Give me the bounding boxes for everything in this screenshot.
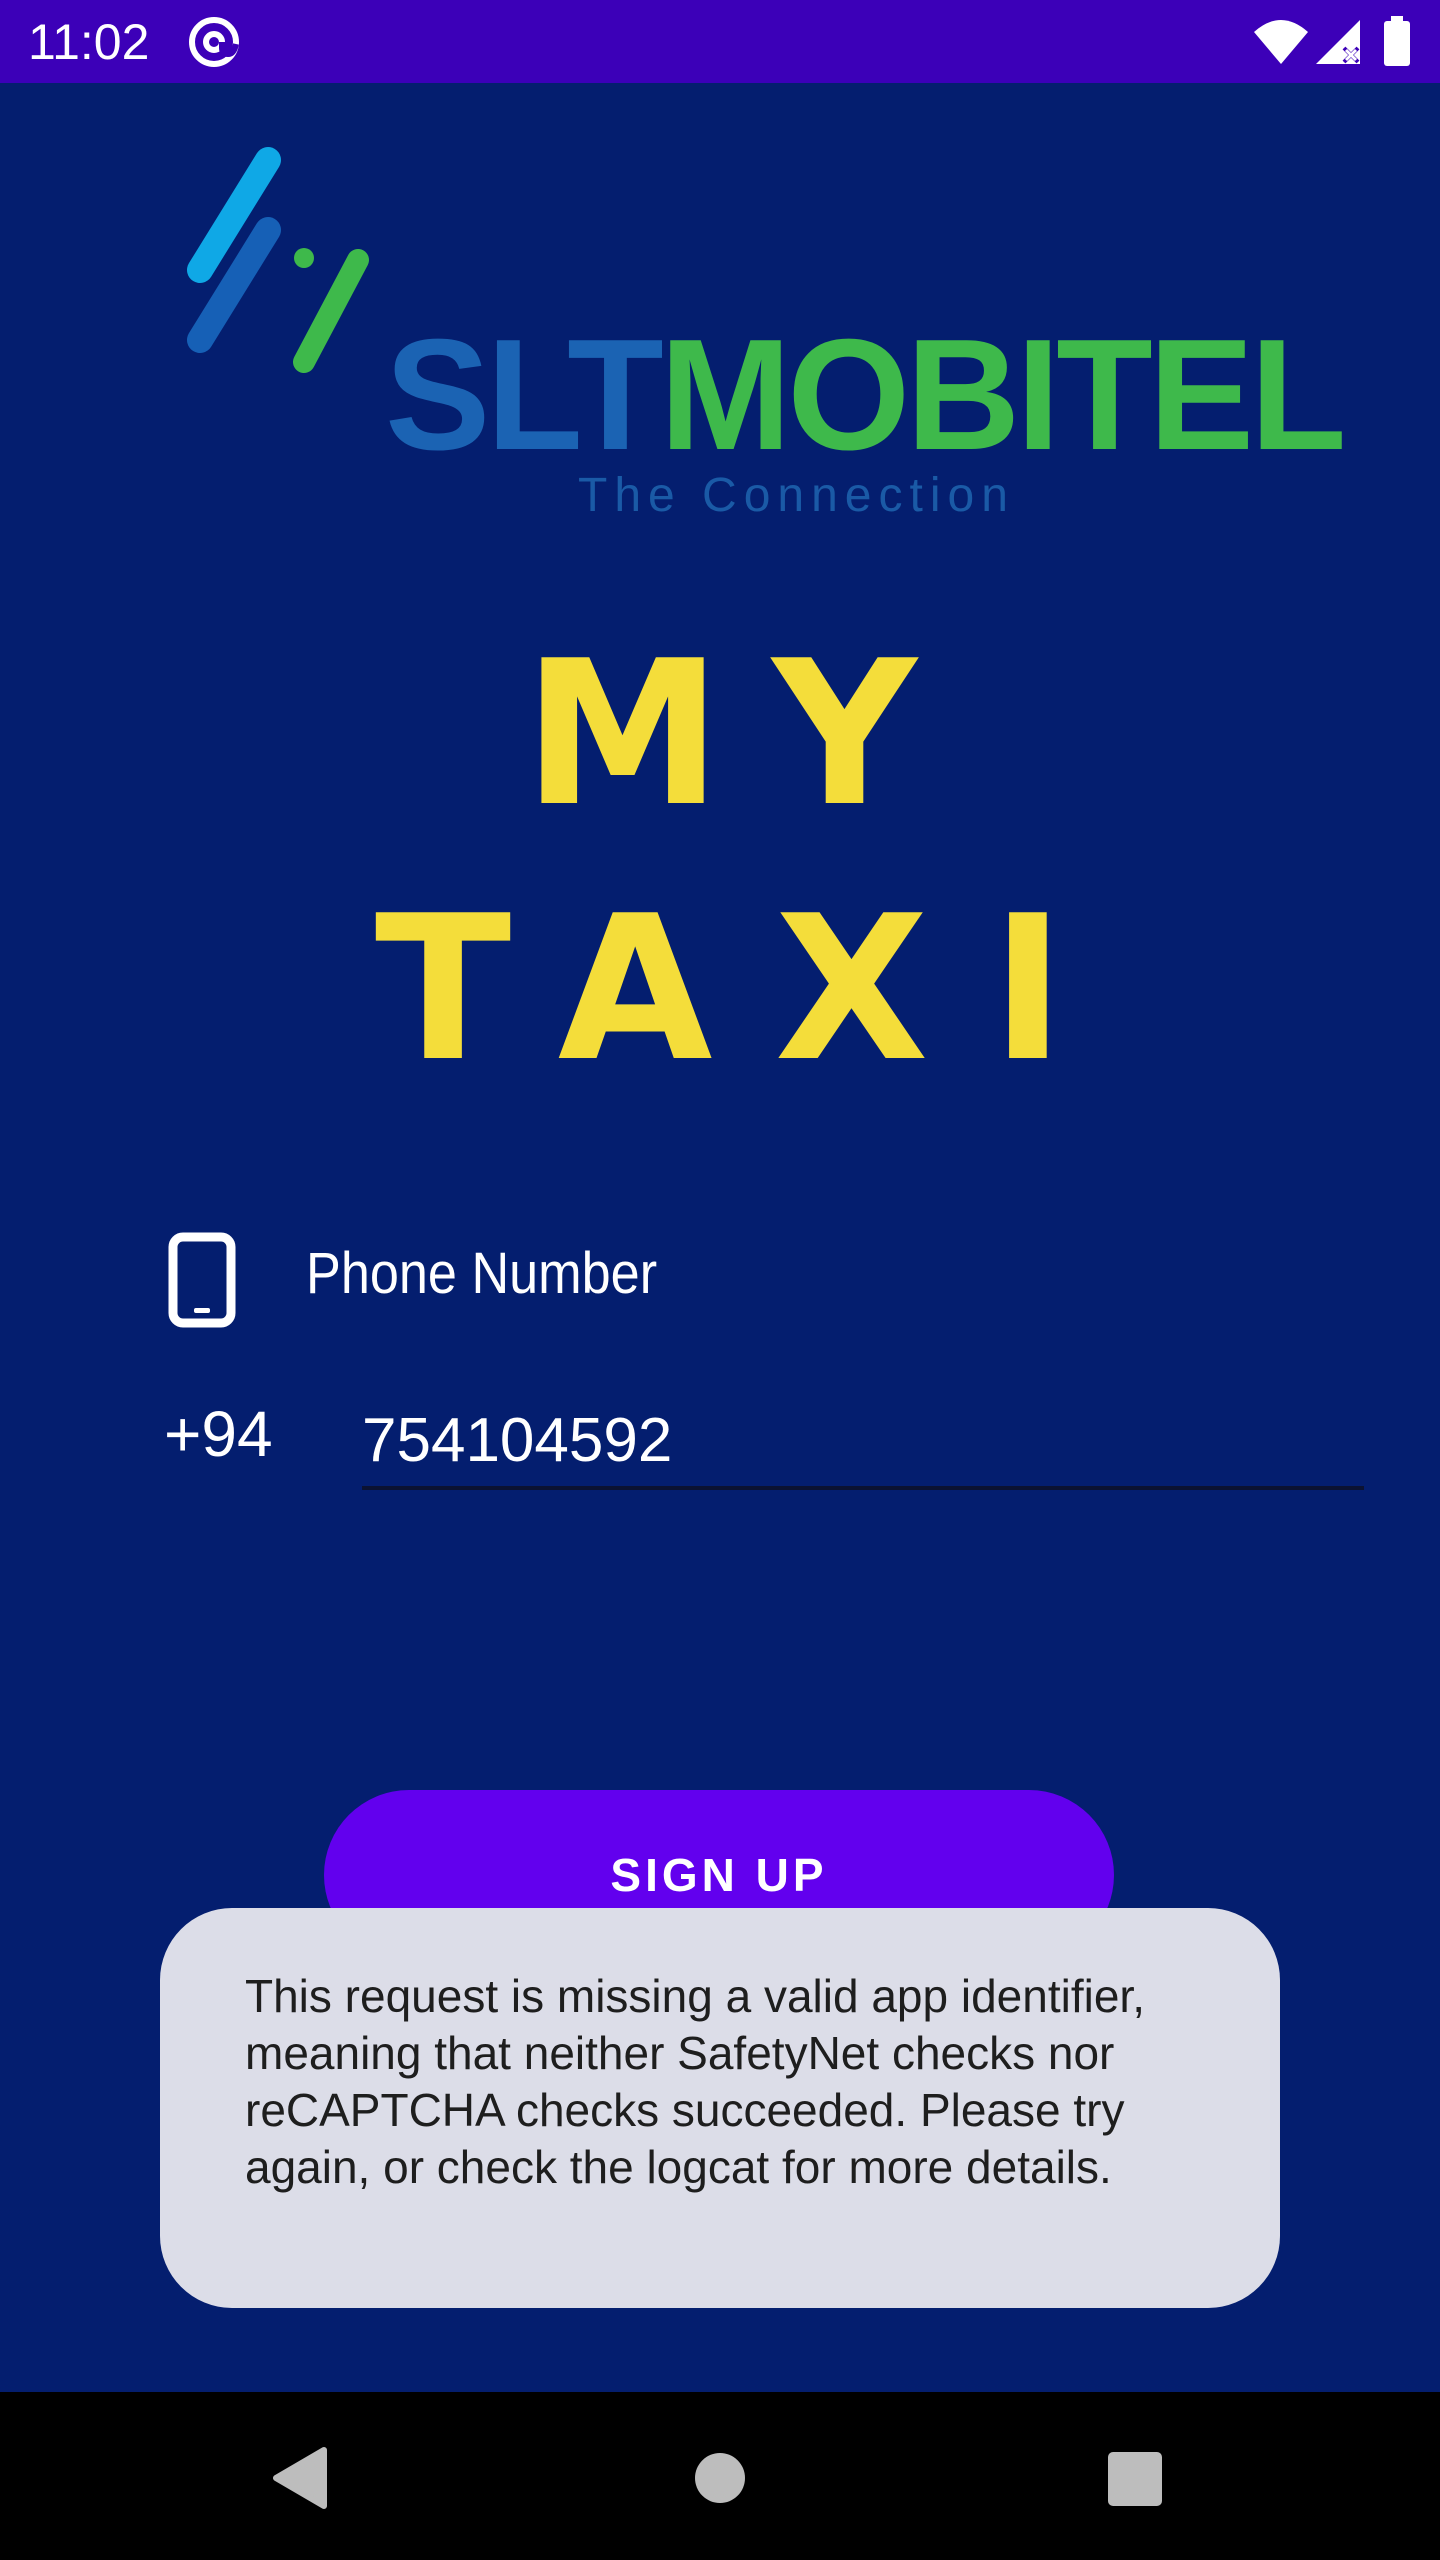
back-icon[interactable]: [272, 2446, 328, 2510]
app-title-line-2: TAXI: [374, 873, 1128, 1106]
phone-number-label: Phone Number: [306, 1241, 658, 1306]
country-code: +94: [164, 1398, 273, 1470]
home-icon[interactable]: [694, 2452, 746, 2504]
at-sign-icon: [189, 17, 239, 67]
cell-signal-icon: [1316, 20, 1360, 64]
status-time: 11:02: [28, 14, 150, 70]
logo-tagline: The Connection: [578, 469, 1015, 522]
phone-number-input[interactable]: [362, 1394, 1364, 1490]
navigation-bar: [0, 2392, 1440, 2560]
recents-icon[interactable]: [1108, 2452, 1162, 2506]
logo-slt-text: SLT: [385, 307, 664, 483]
battery-icon: [1384, 16, 1410, 66]
logo-mobitel-text: MOBITEL: [659, 307, 1347, 483]
wifi-icon: [1254, 20, 1308, 64]
smartphone-icon: [168, 1232, 236, 1328]
toast-message: This request is missing a valid app iden…: [245, 1970, 1145, 2193]
status-bar: 11:02: [0, 0, 1440, 83]
signup-screen: 11:02 SLTMOBITEL The Connection MY TAXI …: [0, 0, 1440, 2560]
logo-wordmark: SLTMOBITEL: [385, 315, 1347, 475]
app-title-line-1: MY: [523, 618, 967, 851]
error-toast: This request is missing a valid app iden…: [160, 1908, 1280, 2308]
